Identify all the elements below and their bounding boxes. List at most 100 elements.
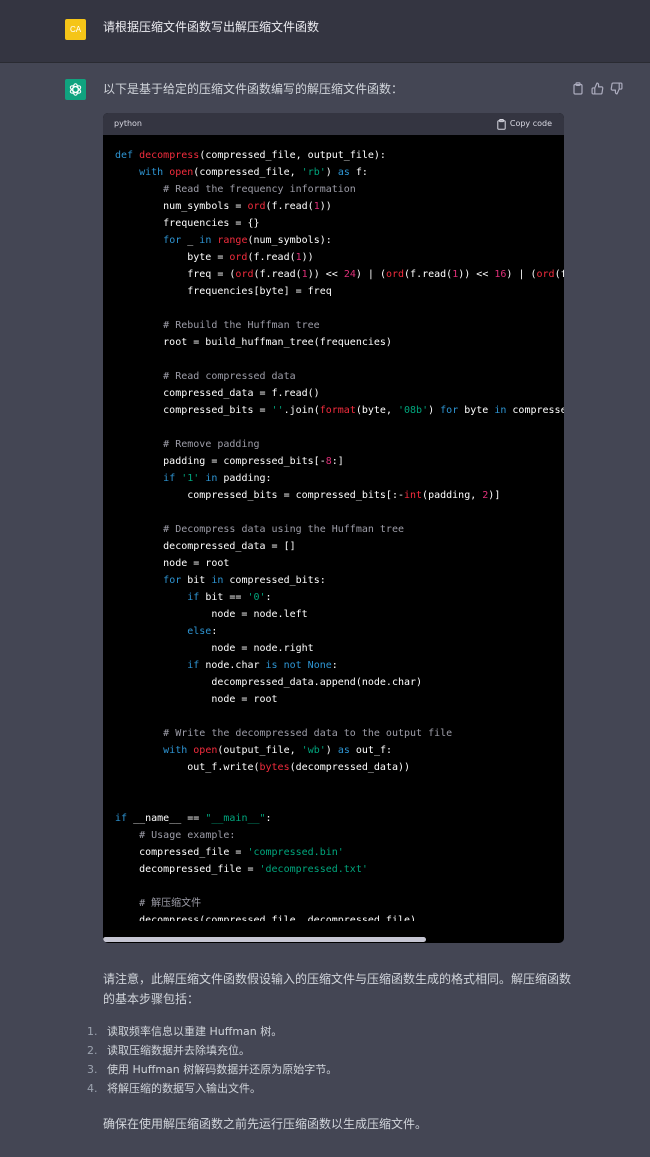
code-token: ord bbox=[235, 269, 254, 280]
clipboard-icon bbox=[497, 118, 506, 130]
code-token: )) bbox=[319, 201, 332, 212]
code-token: ) bbox=[325, 745, 338, 756]
list-item-text: 使用 Huffman 树解码数据并还原为原始字节。 bbox=[107, 1063, 338, 1076]
code-token: '' bbox=[271, 405, 284, 416]
code-token: decompressed_data.append(node.char) bbox=[115, 677, 423, 688]
list-item: 4. 将解压缩的数据写入输出文件。 bbox=[87, 1079, 557, 1098]
code-line: compressed_file = 'compressed.bin' bbox=[115, 844, 564, 861]
code-token: # Usage example: bbox=[139, 830, 236, 841]
thumbs-down-button[interactable] bbox=[610, 80, 624, 95]
code-token: decompress bbox=[139, 150, 200, 161]
code-token: as bbox=[337, 745, 350, 756]
code-token: (f.read( bbox=[253, 269, 302, 280]
code-token: (f.read( bbox=[247, 252, 296, 263]
code-line: for _ in range(num_symbols): bbox=[115, 232, 564, 249]
code-token: byte = bbox=[115, 252, 230, 263]
code-token: compressed_data) bbox=[512, 405, 564, 416]
explanation-paragraph: 请注意，此解压缩文件函数假设输入的压缩文件与压缩函数生成的格式相同。解压缩函数的… bbox=[103, 972, 572, 1006]
code-token: for bbox=[163, 575, 182, 586]
code-token: '0' bbox=[247, 592, 266, 603]
code-token: out_f: bbox=[349, 745, 393, 756]
code-token: (f.read( bbox=[554, 269, 564, 280]
code-token: if bbox=[163, 473, 182, 484]
code-line: with open(compressed_file, 'rb') as f: bbox=[115, 164, 564, 181]
code-token: for bbox=[163, 235, 182, 246]
code-line: if '1' in padding: bbox=[115, 470, 564, 487]
code-line: byte = ord(f.read(1)) bbox=[115, 249, 564, 266]
code-token: f: bbox=[349, 167, 368, 178]
copy-code-button[interactable]: Copy code bbox=[497, 118, 552, 130]
code-token: node = node.left bbox=[115, 609, 308, 620]
code-token: def bbox=[115, 150, 140, 161]
code-token: (padding, bbox=[422, 490, 483, 501]
clipboard-icon bbox=[573, 82, 583, 95]
code-line: frequencies[byte] = freq bbox=[115, 283, 564, 300]
code-line: # Rebuild the Huffman tree bbox=[115, 317, 564, 334]
code-line: node = node.left bbox=[115, 606, 564, 623]
code-token: bytes bbox=[259, 762, 290, 773]
code-token: node = root bbox=[115, 694, 278, 705]
code-token: __name__ == bbox=[127, 813, 206, 824]
code-token: (f.read( bbox=[404, 269, 453, 280]
code-block: python Copy code def decompress(compress… bbox=[103, 113, 564, 943]
code-line: compressed_bits = ''.join(format(byte, '… bbox=[115, 402, 564, 419]
code-token: byte bbox=[458, 405, 495, 416]
code-token: freq = ( bbox=[115, 269, 236, 280]
user-message-row: CA 请根据压缩文件函数写出解压缩文件函数 bbox=[0, 0, 650, 63]
list-item-number: 3. bbox=[87, 1063, 98, 1076]
code-line: for bit in compressed_bits: bbox=[115, 572, 564, 589]
code-line: # Remove padding bbox=[115, 436, 564, 453]
code-line: compressed_data = f.read() bbox=[115, 385, 564, 402]
code-token: bit == bbox=[199, 592, 248, 603]
code-token: )] bbox=[488, 490, 501, 501]
code-token: node.char bbox=[199, 660, 266, 671]
code-token: (f.read( bbox=[265, 201, 314, 212]
horizontal-scrollbar[interactable] bbox=[103, 937, 426, 942]
code-token: (num_symbols): bbox=[247, 235, 332, 246]
thumbs-up-button[interactable] bbox=[591, 80, 605, 95]
code-line: node = node.right bbox=[115, 640, 564, 657]
code-token: : bbox=[265, 813, 272, 824]
code-token: in bbox=[494, 405, 507, 416]
code-token: # Decompress data using the Huffman tree bbox=[163, 524, 404, 535]
code-token: open bbox=[169, 167, 194, 178]
code-token: '1' bbox=[181, 473, 200, 484]
code-block-header: python Copy code bbox=[103, 113, 564, 135]
code-language-label: python bbox=[114, 119, 142, 128]
code-token: ) | ( bbox=[355, 269, 386, 280]
code-line: if __name__ == "__main__": bbox=[115, 810, 564, 827]
openai-logo-icon bbox=[69, 83, 82, 96]
code-token: else bbox=[187, 626, 212, 637]
code-token: frequencies[byte] = freq bbox=[115, 286, 332, 297]
list-item: 3. 使用 Huffman 树解码数据并还原为原始字节。 bbox=[87, 1060, 557, 1079]
code-token: # Remove padding bbox=[163, 439, 260, 450]
code-token: node = node.right bbox=[115, 643, 314, 654]
code-token: with bbox=[139, 167, 170, 178]
code-token: ) | ( bbox=[506, 269, 537, 280]
code-token: # Write the decompressed data to the out… bbox=[163, 728, 453, 739]
code-line: # Usage example: bbox=[115, 827, 564, 844]
code-token: (decompressed_data)) bbox=[289, 762, 411, 773]
code-token: 'decompressed.txt' bbox=[259, 864, 368, 875]
list-item-text: 读取压缩数据并去除填充位。 bbox=[107, 1044, 250, 1057]
code-token: ) bbox=[428, 405, 441, 416]
code-line: # Decompress data using the Huffman tree bbox=[115, 521, 564, 538]
code-token: is not None bbox=[265, 660, 332, 671]
code-token: out_f.write( bbox=[115, 762, 260, 773]
code-token: if bbox=[187, 592, 200, 603]
copy-message-button[interactable] bbox=[572, 80, 586, 95]
list-item-number: 2. bbox=[87, 1044, 98, 1057]
